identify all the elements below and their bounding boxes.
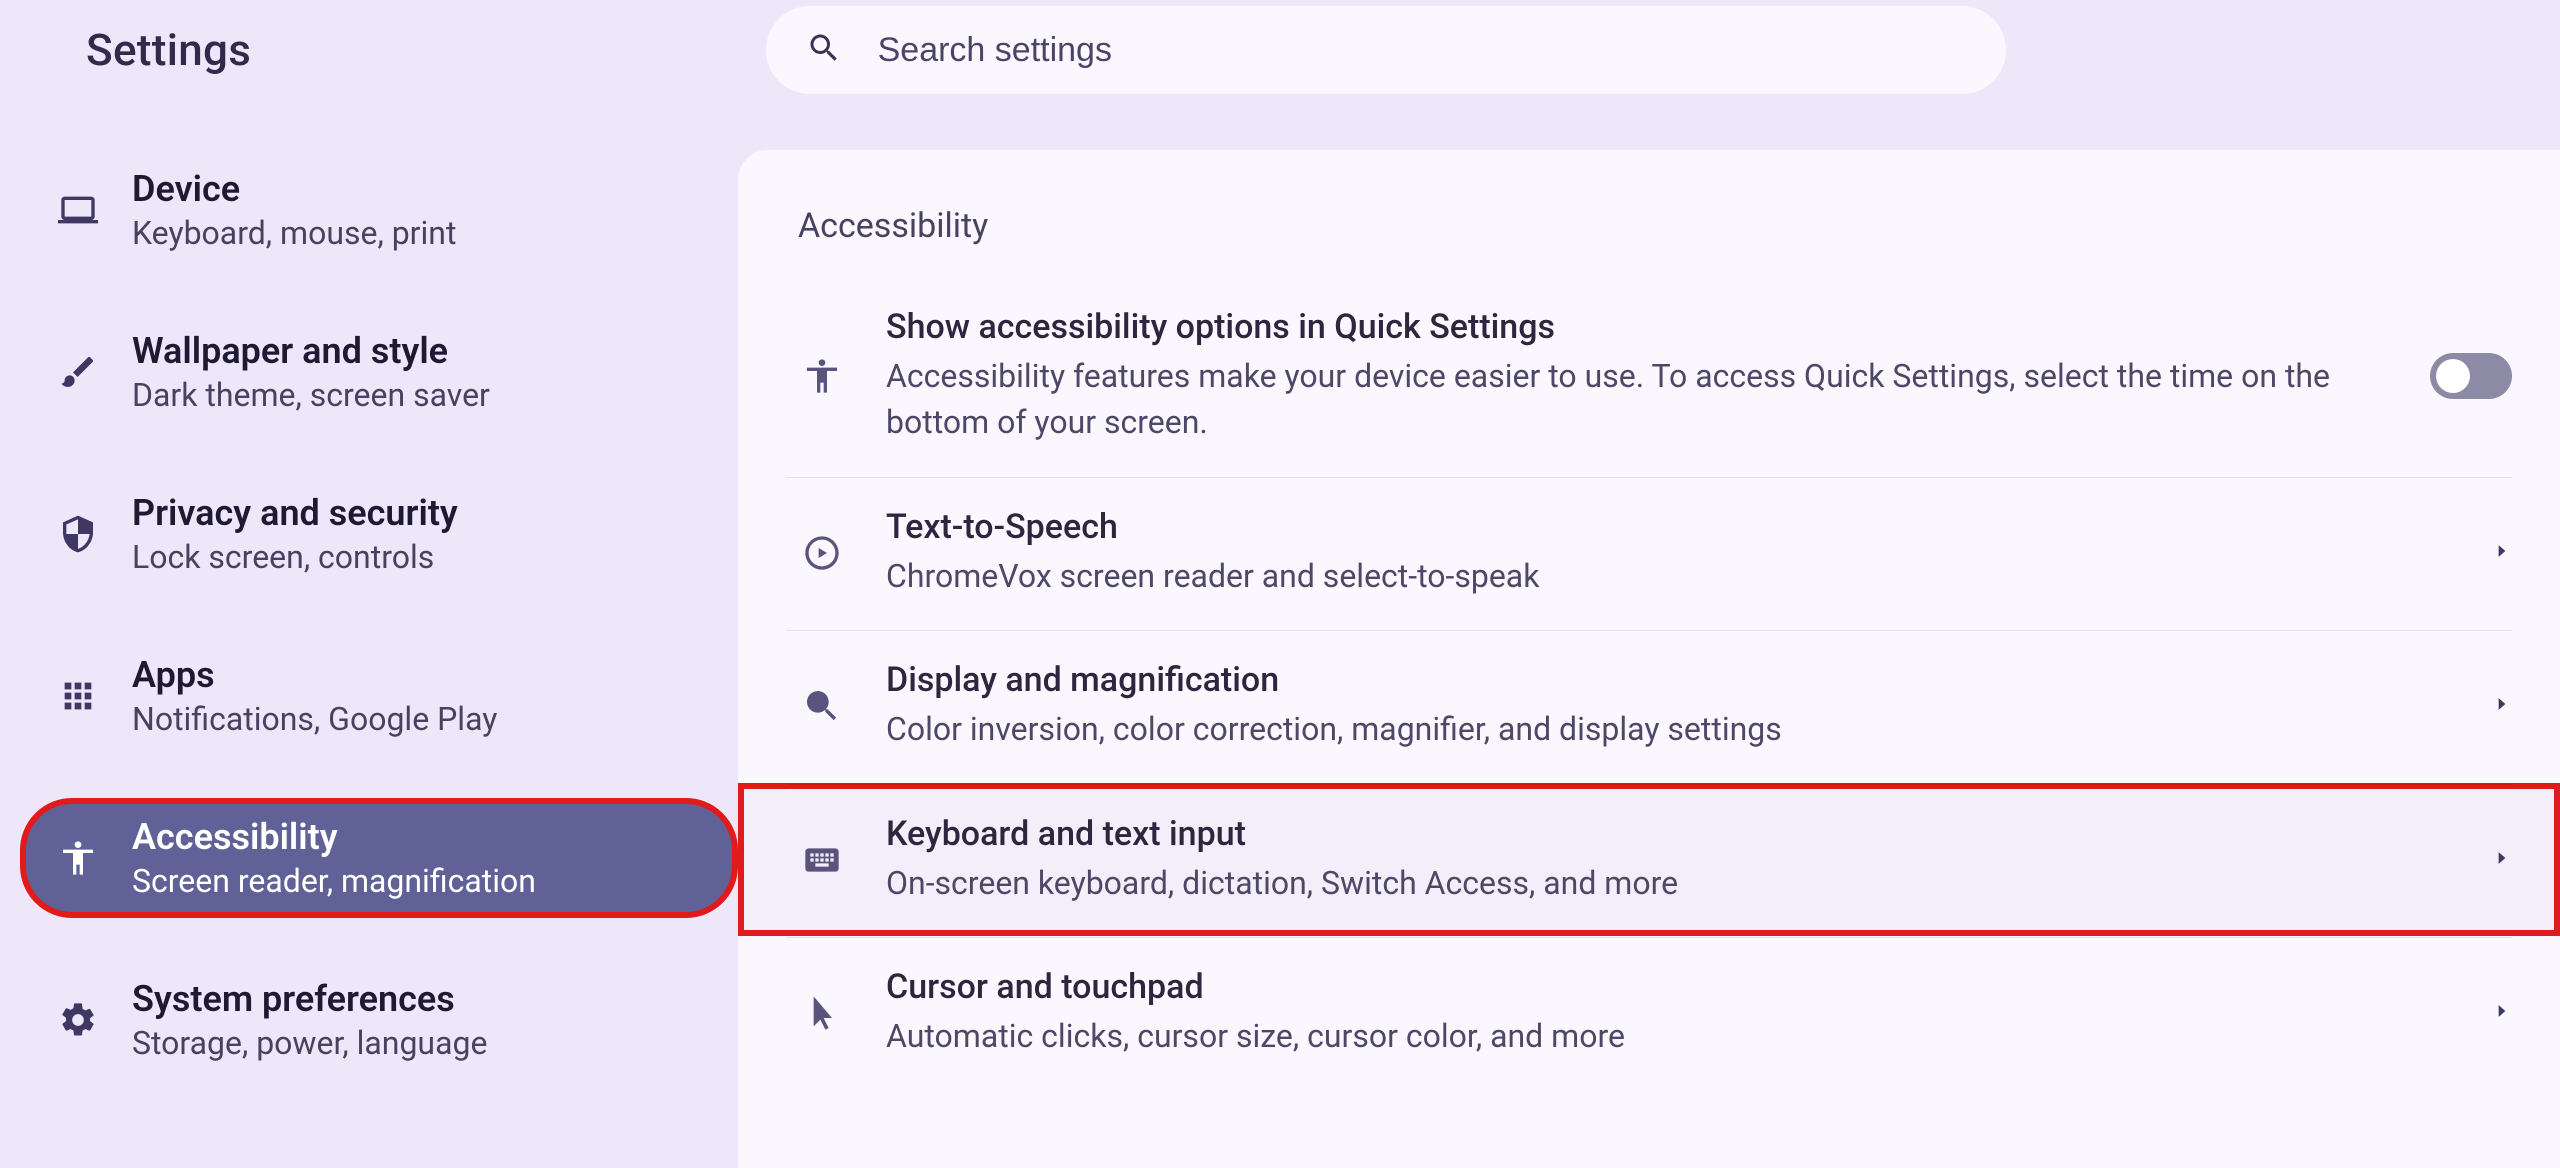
nav-sub: Lock screen, controls xyxy=(132,538,458,576)
gear-icon xyxy=(54,996,102,1044)
body: Device Keyboard, mouse, print Wallpaper … xyxy=(0,100,2560,1168)
search-input[interactable] xyxy=(878,31,1966,70)
row-title: Keyboard and text input xyxy=(886,814,2456,854)
row-sub: ChromeVox screen reader and select-to-sp… xyxy=(886,553,2456,599)
row-cursor[interactable]: Cursor and touchpad Automatic clicks, cu… xyxy=(738,936,2560,1089)
row-display[interactable]: Display and magnification Color inversio… xyxy=(738,629,2560,782)
settings-app: Settings Device Keyboard, mouse, print xyxy=(0,0,2560,1168)
nav-sub: Dark theme, screen saver xyxy=(132,376,490,414)
nav-text: Wallpaper and style Dark theme, screen s… xyxy=(132,330,490,414)
chevron-right-icon xyxy=(2492,694,2512,718)
apps-grid-icon xyxy=(54,672,102,720)
row-sub: Automatic clicks, cursor size, cursor co… xyxy=(886,1013,2456,1059)
nav-title: Wallpaper and style xyxy=(132,330,490,372)
nav-sub: Keyboard, mouse, print xyxy=(132,214,456,252)
row-text: Display and magnification Color inversio… xyxy=(886,660,2456,752)
sidebar-item-device[interactable]: Device Keyboard, mouse, print xyxy=(20,150,738,270)
row-title: Display and magnification xyxy=(886,660,2456,700)
nav-title: Device xyxy=(132,168,456,210)
toggle-quick-settings[interactable] xyxy=(2430,353,2512,399)
sidebar: Device Keyboard, mouse, print Wallpaper … xyxy=(20,100,738,1168)
zoom-in-icon xyxy=(794,678,850,734)
search-box[interactable] xyxy=(766,6,2006,94)
nav-text: Device Keyboard, mouse, print xyxy=(132,168,456,252)
page-title: Settings xyxy=(86,24,251,76)
chevron-right-icon xyxy=(2492,1001,2512,1025)
nav-title: Apps xyxy=(132,654,497,696)
section-header: Accessibility xyxy=(738,206,2560,276)
cursor-icon xyxy=(794,985,850,1041)
row-text: Cursor and touchpad Automatic clicks, cu… xyxy=(886,967,2456,1059)
row-sub: Accessibility features make your device … xyxy=(886,353,2394,446)
chevron-right-icon xyxy=(2492,848,2512,872)
shield-icon xyxy=(54,510,102,558)
brush-icon xyxy=(54,348,102,396)
nav-text: System preferences Storage, power, langu… xyxy=(132,978,487,1062)
topbar: Settings xyxy=(0,0,2560,100)
accessibility-icon xyxy=(54,834,102,882)
sidebar-item-accessibility[interactable]: Accessibility Screen reader, magnificati… xyxy=(20,798,738,918)
row-tts[interactable]: Text-to-Speech ChromeVox screen reader a… xyxy=(738,476,2560,629)
row-title: Cursor and touchpad xyxy=(886,967,2456,1007)
nav-sub: Notifications, Google Play xyxy=(132,700,497,738)
nav-title: Privacy and security xyxy=(132,492,458,534)
row-text: Text-to-Speech ChromeVox screen reader a… xyxy=(886,507,2456,599)
row-title: Show accessibility options in Quick Sett… xyxy=(886,307,2394,347)
nav-text: Accessibility Screen reader, magnificati… xyxy=(132,816,536,900)
sidebar-item-system[interactable]: System preferences Storage, power, langu… xyxy=(20,960,738,1080)
nav-sub: Screen reader, magnification xyxy=(132,862,536,900)
tts-icon xyxy=(794,525,850,581)
accessibility-icon xyxy=(794,348,850,404)
nav-title: Accessibility xyxy=(132,816,536,858)
row-title: Text-to-Speech xyxy=(886,507,2456,547)
row-keyboard[interactable]: Keyboard and text input On-screen keyboa… xyxy=(738,783,2560,936)
row-quick-settings[interactable]: Show accessibility options in Quick Sett… xyxy=(738,276,2560,476)
nav-text: Apps Notifications, Google Play xyxy=(132,654,497,738)
search-wrap xyxy=(251,6,2520,94)
nav-text: Privacy and security Lock screen, contro… xyxy=(132,492,458,576)
sidebar-item-apps[interactable]: Apps Notifications, Google Play xyxy=(20,636,738,756)
row-sub: On-screen keyboard, dictation, Switch Ac… xyxy=(886,860,2456,906)
chevron-right-icon xyxy=(2492,541,2512,565)
nav-sub: Storage, power, language xyxy=(132,1024,487,1062)
sidebar-item-wallpaper[interactable]: Wallpaper and style Dark theme, screen s… xyxy=(20,312,738,432)
search-icon xyxy=(806,30,842,70)
laptop-icon xyxy=(54,186,102,234)
row-sub: Color inversion, color correction, magni… xyxy=(886,706,2456,752)
nav-title: System preferences xyxy=(132,978,487,1020)
row-text: Keyboard and text input On-screen keyboa… xyxy=(886,814,2456,906)
sidebar-item-privacy[interactable]: Privacy and security Lock screen, contro… xyxy=(20,474,738,594)
main-panel: Accessibility Show accessibility options… xyxy=(738,150,2560,1168)
row-text: Show accessibility options in Quick Sett… xyxy=(886,307,2394,446)
keyboard-icon xyxy=(794,832,850,888)
